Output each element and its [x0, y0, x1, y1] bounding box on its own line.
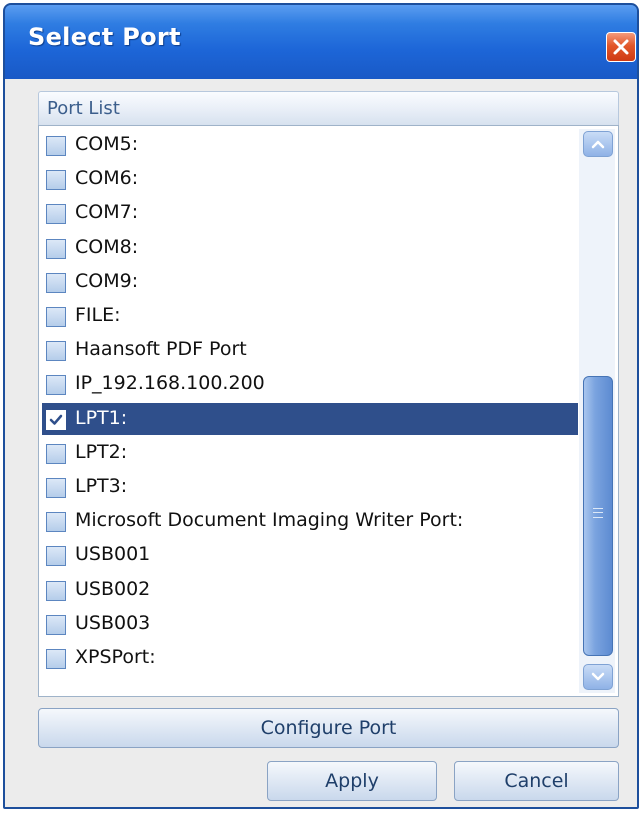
port-list-item[interactable]: FILE:: [42, 300, 578, 332]
port-list-item[interactable]: USB002: [42, 574, 578, 606]
port-list-item[interactable]: USB003: [42, 608, 578, 640]
port-checkbox[interactable]: [46, 341, 66, 362]
scroll-up-icon: [591, 140, 605, 149]
close-button[interactable]: [606, 32, 636, 62]
scroll-down-icon: [591, 672, 605, 681]
port-label: XPSPort:: [75, 646, 156, 668]
port-list-item[interactable]: COM7:: [42, 197, 578, 229]
port-list-item[interactable]: COM8:: [42, 232, 578, 264]
port-list-item[interactable]: LPT3:: [42, 471, 578, 503]
port-list-item[interactable]: XPSPort:: [42, 642, 578, 674]
port-list-item[interactable]: Microsoft Document Imaging Writer Port:: [42, 505, 578, 537]
port-label: COM7:: [75, 201, 139, 224]
port-label: IP_192.168.100.200: [75, 372, 265, 395]
port-label: USB002: [75, 577, 151, 600]
port-checkbox[interactable]: [46, 170, 66, 191]
scroll-up-button[interactable]: [583, 131, 613, 157]
select-port-dialog: Select Port Port List COM5: COM6: COM7: COM…: [3, 3, 639, 809]
port-label: USB001: [75, 543, 151, 566]
port-list-item[interactable]: COM6:: [42, 163, 578, 195]
port-checkbox[interactable]: [46, 443, 66, 464]
dialog-body: Port List COM5: COM6: COM7: COM8: COM9: FILE:…: [5, 79, 637, 807]
port-checkbox[interactable]: [46, 409, 66, 430]
port-list-header: Port List: [38, 91, 619, 125]
port-label: Haansoft PDF Port: [75, 338, 247, 361]
port-list-item[interactable]: COM5:: [42, 129, 578, 161]
port-label: Microsoft Document Imaging Writer Port:: [75, 509, 464, 532]
port-list-item[interactable]: COM9:: [42, 266, 578, 298]
port-list-item[interactable]: IP_192.168.100.200: [42, 368, 578, 400]
port-list-item[interactable]: LPT1:: [42, 402, 578, 435]
port-label: USB003: [75, 611, 151, 634]
port-checkbox[interactable]: [46, 546, 66, 567]
port-checkbox[interactable]: [46, 649, 66, 669]
port-checkbox[interactable]: [46, 204, 66, 225]
apply-button[interactable]: Apply: [267, 761, 437, 801]
port-list-item[interactable]: USB001: [42, 539, 578, 571]
port-checkbox[interactable]: [46, 136, 66, 156]
port-list[interactable]: COM5: COM6: COM7: COM8: COM9: FILE: Haansoft P…: [38, 125, 619, 697]
port-checkbox[interactable]: [46, 614, 66, 635]
port-label: COM8:: [75, 235, 139, 258]
port-checkbox[interactable]: [46, 580, 66, 601]
port-label: COM6:: [75, 167, 139, 190]
title-bar[interactable]: Select Port: [5, 5, 637, 79]
port-label: COM9:: [75, 269, 139, 292]
port-checkbox[interactable]: [46, 307, 66, 327]
cancel-button[interactable]: Cancel: [454, 761, 619, 801]
port-checkbox[interactable]: [46, 272, 66, 293]
window-title: Select Port: [28, 23, 181, 51]
port-label: LPT1:: [75, 406, 128, 429]
port-label: LPT3:: [75, 475, 128, 497]
port-label: LPT2:: [75, 440, 128, 463]
port-checkbox[interactable]: [46, 238, 66, 259]
port-list-label: Port List: [47, 98, 120, 119]
port-list-items: COM5: COM6: COM7: COM8: COM9: FILE: Haansoft P…: [42, 129, 578, 693]
vertical-scrollbar[interactable]: [579, 129, 615, 693]
close-icon: [613, 39, 629, 55]
scroll-thumb[interactable]: [583, 376, 613, 656]
grip-icon: [593, 508, 603, 518]
checkmark-icon: [49, 414, 63, 425]
port-list-item[interactable]: Haansoft PDF Port: [42, 334, 578, 366]
port-list-item[interactable]: LPT2:: [42, 437, 578, 469]
port-label: FILE:: [75, 304, 121, 326]
port-label: COM5:: [75, 133, 139, 155]
port-checkbox[interactable]: [46, 478, 66, 498]
configure-port-button[interactable]: Configure Port: [38, 708, 619, 748]
port-checkbox[interactable]: [46, 512, 66, 533]
scroll-down-button[interactable]: [583, 664, 613, 690]
port-checkbox[interactable]: [46, 375, 66, 396]
